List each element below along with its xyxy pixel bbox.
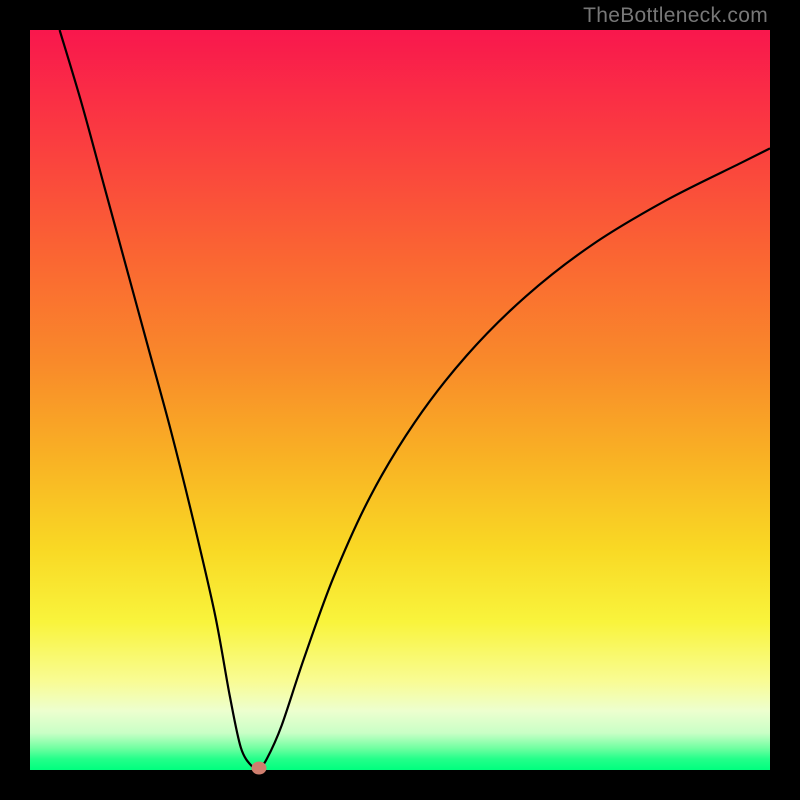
bottleneck-curve-path: [60, 30, 770, 769]
watermark-text: TheBottleneck.com: [583, 4, 768, 28]
bottleneck-curve-svg: [30, 30, 770, 770]
chart-frame: [30, 30, 770, 770]
optimal-point-marker: [252, 761, 267, 774]
